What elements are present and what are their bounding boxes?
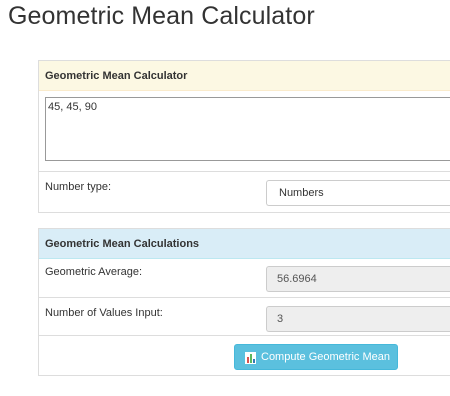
value-count-value: 3 (277, 313, 284, 325)
number-type-select[interactable]: Numbers (266, 180, 450, 206)
compute-geometric-mean-button[interactable]: Compute Geometric Mean (234, 344, 398, 370)
bar-chart-icon (245, 352, 256, 364)
numbers-input[interactable]: 45, 45, 90 (45, 97, 450, 161)
compute-button-label: Compute Geometric Mean (261, 351, 390, 363)
page-title: Geometric Mean Calculator (8, 2, 315, 30)
number-type-selected-value: Numbers (279, 187, 324, 199)
number-type-label: Number type: (45, 181, 112, 193)
number-type-row: Number type: Numbers (39, 171, 450, 213)
geometric-average-output: 56.6964 (266, 266, 450, 292)
geometric-average-row: Geometric Average: 56.6964 (39, 259, 450, 297)
value-count-output: 3 (266, 306, 450, 332)
geometric-average-label: Geometric Average: (45, 266, 143, 278)
input-panel: Geometric Mean Calculator 45, 45, 90 Num… (38, 60, 450, 213)
calculations-panel: Geometric Mean Calculations Geometric Av… (38, 228, 450, 376)
value-count-row: Number of Values Input: 3 (39, 297, 450, 335)
geometric-average-value: 56.6964 (277, 273, 317, 285)
calculations-panel-heading: Geometric Mean Calculations (39, 229, 450, 259)
value-count-label: Number of Values Input: (45, 307, 163, 319)
input-panel-heading: Geometric Mean Calculator (39, 61, 450, 91)
